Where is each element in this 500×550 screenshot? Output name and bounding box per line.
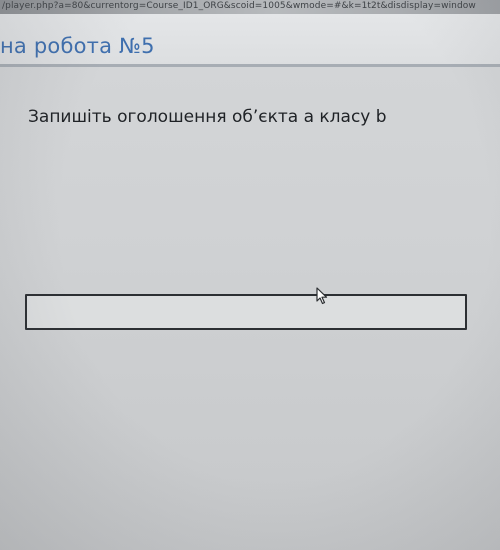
address-url-text: /player.php?a=80&currentorg=Course_ID1_O…: [2, 1, 476, 11]
question-panel: Запишіть оголошення об’єкта а класу b: [0, 67, 500, 550]
page-header: на робота №5: [0, 14, 500, 66]
mouse-pointer-icon: [316, 287, 328, 305]
page-title: на робота №5: [0, 34, 155, 58]
answer-input[interactable]: [25, 294, 467, 330]
question-text: Запишіть оголошення об’єкта а класу b: [28, 107, 387, 127]
browser-address-bar[interactable]: /player.php?a=80&currentorg=Course_ID1_O…: [0, 0, 500, 14]
